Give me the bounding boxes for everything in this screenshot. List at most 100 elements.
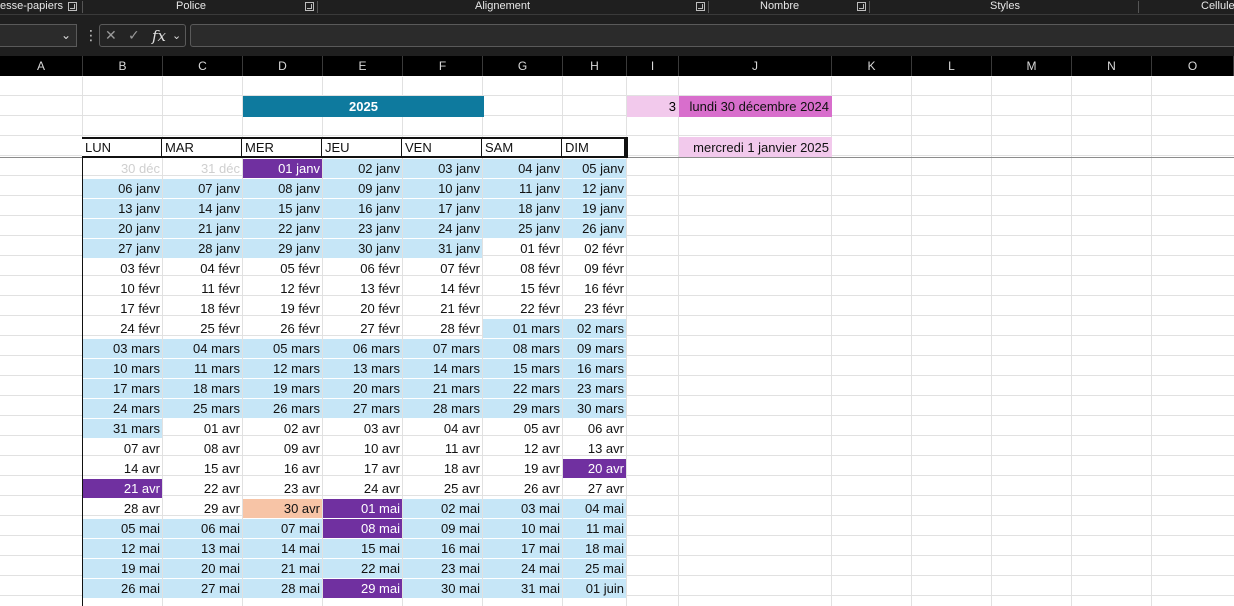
calendar-day-cell[interactable]: 08 avr <box>163 439 242 458</box>
calendar-day-cell[interactable]: 04 mars <box>163 339 242 358</box>
calendar-day-cell[interactable]: 31 mai <box>483 579 562 598</box>
calendar-day-cell[interactable]: 04 avr <box>403 419 482 438</box>
clipboard-launcher-icon[interactable] <box>68 2 77 11</box>
column-header-o[interactable]: O <box>1152 56 1234 76</box>
year-banner[interactable]: 2025 <box>243 96 484 117</box>
calendar-day-cell[interactable]: 04 févr <box>163 259 242 278</box>
calendar-day-cell[interactable]: 06 avr <box>563 419 626 438</box>
calendar-day-cell[interactable]: 03 janv <box>403 159 482 178</box>
calendar-day-cell[interactable]: 08 mars <box>483 339 562 358</box>
calendar-day-cell[interactable]: 26 févr <box>243 319 322 338</box>
calendar-day-cell[interactable]: 14 janv <box>163 199 242 218</box>
chevron-down-icon[interactable]: ⌄ <box>172 29 181 42</box>
calendar-day-cell[interactable]: 11 mars <box>163 359 242 378</box>
calendar-day-cell[interactable]: 22 janv <box>243 219 322 238</box>
calendar-day-cell[interactable]: 11 janv <box>483 179 562 198</box>
column-header-h[interactable]: H <box>563 56 627 76</box>
calendar-day-cell[interactable]: 24 avr <box>323 479 402 498</box>
calendar-day-cell[interactable]: 26 mars <box>243 399 322 418</box>
calendar-day-cell[interactable]: 03 févr <box>83 259 162 278</box>
calendar-day-cell[interactable]: 05 janv <box>563 159 626 178</box>
calendar-day-cell[interactable]: 21 mars <box>403 379 482 398</box>
calendar-day-cell[interactable]: 10 mars <box>83 359 162 378</box>
calendar-day-cell[interactable]: 24 janv <box>403 219 482 238</box>
check-icon[interactable]: ✓ <box>128 27 140 44</box>
calendar-day-cell[interactable]: 08 mai <box>323 519 402 538</box>
calendar-day-cell[interactable]: 18 avr <box>403 459 482 478</box>
calendar-day-cell[interactable]: 31 déc <box>163 159 242 178</box>
calendar-day-cell[interactable]: 11 mai <box>563 519 626 538</box>
calendar-day-cell[interactable]: 06 févr <box>323 259 402 278</box>
calendar-day-cell[interactable]: 03 mars <box>83 339 162 358</box>
calendar-day-cell[interactable]: 18 mai <box>563 539 626 558</box>
calendar-day-cell[interactable]: 15 avr <box>163 459 242 478</box>
calendar-day-cell[interactable]: 19 avr <box>483 459 562 478</box>
weekday-header-mer[interactable]: MER <box>242 137 322 158</box>
calendar-day-cell[interactable]: 22 avr <box>163 479 242 498</box>
calendar-day-cell[interactable]: 01 mars <box>483 319 562 338</box>
calendar-day-cell[interactable]: 16 janv <box>323 199 402 218</box>
calendar-day-cell[interactable]: 26 avr <box>483 479 562 498</box>
calendar-day-cell[interactable]: 30 janv <box>323 239 402 258</box>
calendar-day-cell[interactable]: 21 mai <box>243 559 322 578</box>
calendar-day-cell[interactable]: 02 avr <box>243 419 322 438</box>
calendar-day-cell[interactable]: 20 mai <box>163 559 242 578</box>
calendar-day-cell[interactable]: 17 avr <box>323 459 402 478</box>
calendar-day-cell[interactable]: 17 févr <box>83 299 162 318</box>
calendar-day-cell[interactable]: 14 mai <box>243 539 322 558</box>
calendar-day-cell[interactable]: 12 janv <box>563 179 626 198</box>
calendar-day-cell[interactable]: 18 mars <box>163 379 242 398</box>
column-header-l[interactable]: L <box>912 56 992 76</box>
calendar-day-cell[interactable]: 23 mai <box>403 559 482 578</box>
close-icon[interactable]: ✕ <box>105 27 117 44</box>
calendar-day-cell[interactable]: 31 mars <box>83 419 162 438</box>
calendar-day-cell[interactable]: 10 avr <box>323 439 402 458</box>
weekday-header-lun[interactable]: LUN <box>82 137 162 158</box>
insert-function-icon[interactable]: fx <box>152 27 166 45</box>
calendar-day-cell[interactable]: 23 janv <box>323 219 402 238</box>
weekday-header-dim[interactable]: DIM <box>562 137 626 158</box>
calendar-day-cell[interactable]: 07 mars <box>403 339 482 358</box>
calendar-day-cell[interactable]: 19 mars <box>243 379 322 398</box>
calendar-day-cell[interactable]: 07 févr <box>403 259 482 278</box>
calendar-day-cell[interactable]: 07 janv <box>163 179 242 198</box>
calendar-day-cell[interactable]: 27 févr <box>323 319 402 338</box>
calendar-day-cell[interactable]: 15 janv <box>243 199 322 218</box>
calendar-day-cell[interactable]: 13 févr <box>323 279 402 298</box>
calendar-day-cell[interactable]: 20 janv <box>83 219 162 238</box>
calendar-day-cell[interactable]: 29 mars <box>483 399 562 418</box>
calendar-day-cell[interactable]: 09 avr <box>243 439 322 458</box>
calendar-day-cell[interactable]: 30 avr <box>243 499 322 518</box>
calendar-day-cell[interactable]: 15 mars <box>483 359 562 378</box>
calendar-day-cell[interactable]: 14 mars <box>403 359 482 378</box>
calendar-day-cell[interactable]: 02 janv <box>323 159 402 178</box>
calendar-day-cell[interactable]: 05 avr <box>483 419 562 438</box>
calendar-day-cell[interactable]: 17 janv <box>403 199 482 218</box>
column-header-j[interactable]: J <box>679 56 832 76</box>
calendar-day-cell[interactable]: 29 janv <box>243 239 322 258</box>
chevron-down-icon[interactable]: ⌄ <box>61 28 71 42</box>
alignment-launcher-icon[interactable] <box>696 2 705 11</box>
column-header-n[interactable]: N <box>1072 56 1152 76</box>
calendar-day-cell[interactable]: 08 janv <box>243 179 322 198</box>
calendar-day-cell[interactable]: 23 avr <box>243 479 322 498</box>
calendar-day-cell[interactable]: 30 déc <box>83 159 162 178</box>
sheet-grid[interactable]: 2025 3 lundi 30 décembre 2024 mercredi 1… <box>0 77 1234 606</box>
calendar-day-cell[interactable]: 26 janv <box>563 219 626 238</box>
more-options-icon[interactable]: ⋮ <box>84 27 98 44</box>
first-day-cell[interactable]: mercredi 1 janvier 2025 <box>679 137 832 158</box>
calendar-day-cell[interactable]: 20 mars <box>323 379 402 398</box>
calendar-day-cell[interactable]: 24 mai <box>483 559 562 578</box>
calendar-day-cell[interactable]: 01 juin <box>563 579 626 598</box>
calendar-day-cell[interactable]: 25 févr <box>163 319 242 338</box>
calendar-day-cell[interactable]: 28 avr <box>83 499 162 518</box>
name-box[interactable]: ⌄ <box>0 24 77 47</box>
calendar-day-cell[interactable]: 05 févr <box>243 259 322 278</box>
calendar-day-cell[interactable]: 30 mars <box>563 399 626 418</box>
calendar-day-cell[interactable]: 27 mai <box>163 579 242 598</box>
calendar-day-cell[interactable]: 25 mai <box>563 559 626 578</box>
calendar-day-cell[interactable]: 09 févr <box>563 259 626 278</box>
calendar-day-cell[interactable]: 21 avr <box>83 479 162 498</box>
calendar-day-cell[interactable]: 10 mai <box>483 519 562 538</box>
calendar-day-cell[interactable]: 25 mars <box>163 399 242 418</box>
